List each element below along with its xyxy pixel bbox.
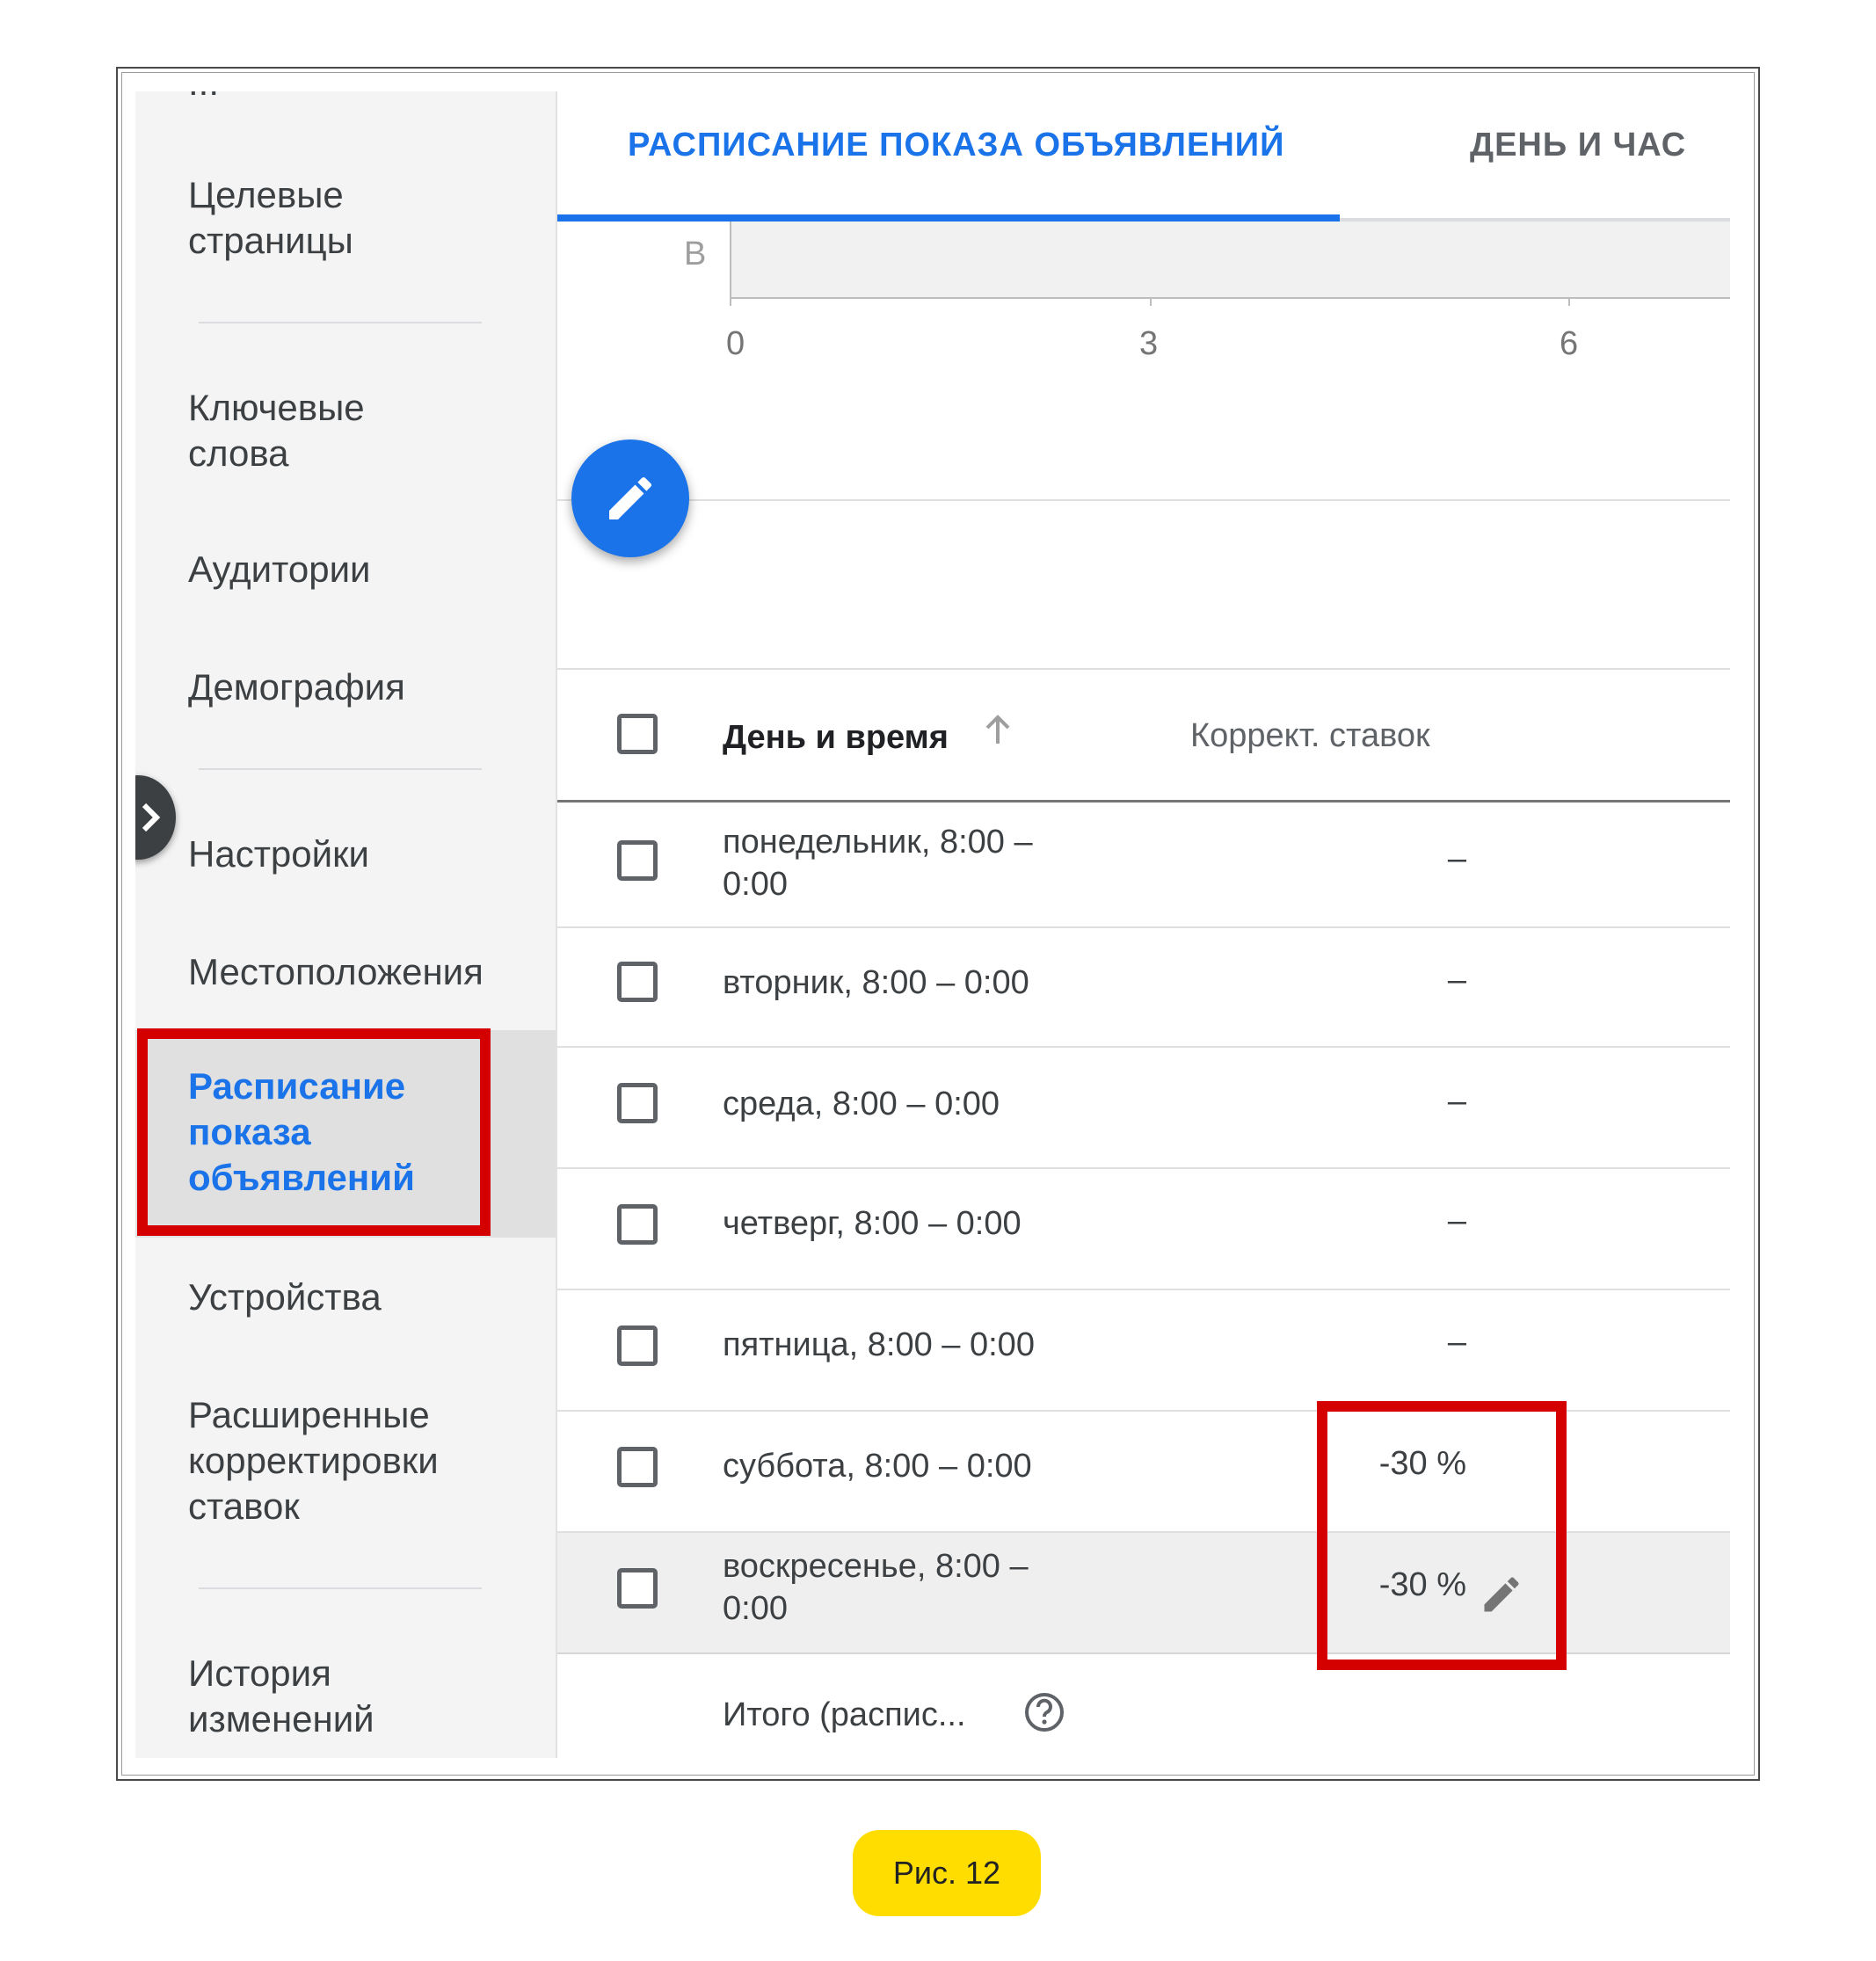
chevron-right-icon (142, 803, 161, 832)
total-row-label: Итого (распис... (723, 1696, 966, 1733)
table-cell-day: четверг, 8:00 – 0:00 (723, 1205, 1022, 1242)
row-divider (557, 1289, 1730, 1290)
highlight-box-sidebar (137, 1028, 491, 1236)
select-all-checkbox[interactable] (617, 714, 658, 754)
highlight-box-bid-adjustments (1317, 1401, 1567, 1670)
schedule-chart-area (730, 222, 1730, 299)
chart-x-axis (730, 297, 1730, 299)
ads-app: ... Целевые страницы Ключевые слова Ауди… (135, 91, 1730, 1758)
sidebar-item-advanced-bid-adjustments[interactable]: Расширенные корректировки ставок (188, 1392, 439, 1529)
sidebar-item-change-history[interactable]: История изменений (188, 1651, 374, 1742)
table-cell-day: среда, 8:00 – 0:00 (723, 1086, 1000, 1122)
table-cell-day: пятница, 8:00 – 0:00 (723, 1326, 1035, 1363)
active-tab-indicator (557, 214, 1340, 222)
table-cell-bid[interactable]: – (1448, 1083, 1466, 1121)
help-circle-icon[interactable] (1023, 1691, 1065, 1733)
chart-tick (1150, 297, 1152, 306)
row-checkbox[interactable] (617, 1204, 658, 1245)
table-header-divider (557, 800, 1730, 803)
row-checkbox[interactable] (617, 1325, 658, 1366)
row-checkbox[interactable] (617, 1083, 658, 1123)
row-divider (557, 1046, 1730, 1048)
chart-row-label: В (684, 236, 707, 272)
sidebar-item-keywords[interactable]: Ключевые слова (188, 385, 365, 476)
table-cell-bid[interactable]: – (1448, 962, 1466, 999)
table-cell-bid[interactable]: – (1448, 840, 1466, 878)
row-divider (557, 1167, 1730, 1169)
column-header-day-time[interactable]: День и время (723, 719, 949, 757)
sidebar-item-locations[interactable]: Местоположения (188, 949, 484, 995)
sidebar-item-devices[interactable]: Устройства (188, 1275, 382, 1320)
sidebar-border (556, 91, 557, 1758)
sidebar: ... Целевые страницы Ключевые слова Ауди… (135, 91, 556, 1758)
row-checkbox[interactable] (617, 962, 658, 1002)
section-divider (557, 668, 1730, 670)
chart-tick-label: 0 (726, 325, 745, 362)
section-divider (557, 499, 1730, 501)
chart-tick (1568, 297, 1570, 306)
tab-ad-schedule[interactable]: РАСПИСАНИЕ ПОКАЗА ОБЪЯВЛЕНИЙ (628, 127, 1284, 164)
edit-schedule-fab[interactable] (571, 439, 689, 557)
table-cell-day: суббота, 8:00 – 0:00 (723, 1448, 1032, 1485)
table-cell-day: воскресенье, 8:00 – 0:00 (723, 1548, 1029, 1627)
row-checkbox[interactable] (617, 1568, 658, 1609)
chart-tick-label: 3 (1139, 325, 1159, 362)
chart-tick (730, 297, 731, 306)
table-cell-day: вторник, 8:00 – 0:00 (723, 964, 1029, 1001)
chart-y-axis (730, 222, 731, 306)
arrow-up-icon[interactable] (983, 712, 1013, 747)
sidebar-cut-item: ... (188, 91, 219, 105)
sidebar-item-audiences[interactable]: Аудитории (188, 547, 371, 592)
sidebar-divider (199, 322, 482, 323)
sidebar-divider (199, 768, 482, 770)
table-cell-bid[interactable]: – (1448, 1324, 1466, 1362)
row-checkbox[interactable] (617, 1447, 658, 1487)
tab-day-and-hour[interactable]: ДЕНЬ И ЧАС (1470, 127, 1686, 164)
row-divider (557, 926, 1730, 928)
sidebar-divider (199, 1587, 482, 1589)
row-checkbox[interactable] (617, 840, 658, 881)
sidebar-item-settings[interactable]: Настройки (188, 832, 369, 877)
sidebar-item-landing-pages[interactable]: Целевые страницы (188, 172, 353, 264)
pencil-icon (609, 476, 652, 519)
table-cell-bid[interactable]: – (1448, 1202, 1466, 1240)
sidebar-item-demographics[interactable]: Демография (188, 665, 405, 710)
chart-tick-label: 6 (1560, 325, 1579, 362)
table-cell-day: понедельник, 8:00 – 0:00 (723, 824, 1033, 903)
figure-caption: Рис. 12 (853, 1830, 1041, 1916)
column-header-bid-adjustment[interactable]: Коррект. ставок (1190, 717, 1430, 755)
